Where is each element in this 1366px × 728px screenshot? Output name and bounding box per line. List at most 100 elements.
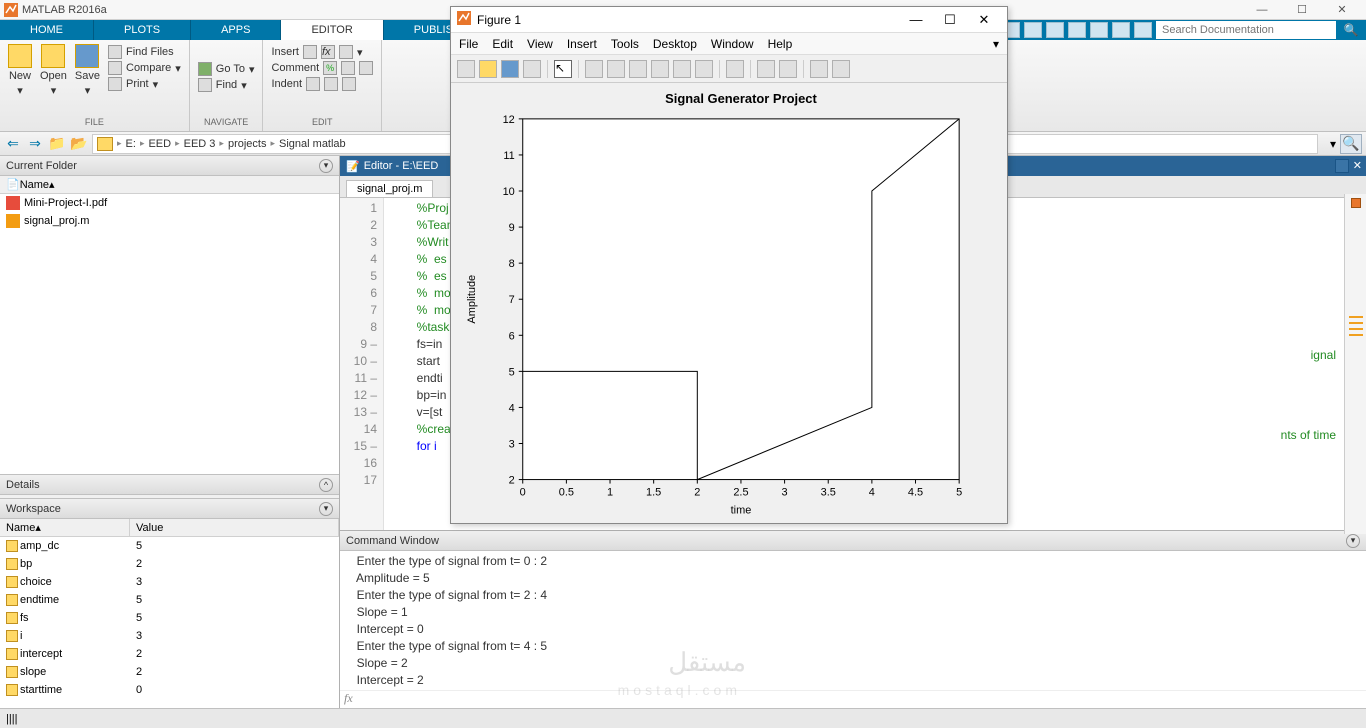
open-button[interactable]: Open▾: [40, 44, 67, 97]
zoom-out-icon[interactable]: [607, 60, 625, 78]
datatip-icon[interactable]: [673, 60, 691, 78]
workspace-row[interactable]: bp2: [0, 555, 339, 573]
comment-button[interactable]: Comment %: [271, 60, 373, 76]
figure-toolbar: ↖: [451, 55, 1007, 83]
up-folder-icon[interactable]: 📁: [48, 135, 66, 153]
panel-menu-icon[interactable]: ▾: [1346, 534, 1360, 548]
svg-text:5: 5: [509, 366, 515, 378]
file-item[interactable]: Mini-Project-I.pdf: [0, 194, 339, 212]
figure-titlebar[interactable]: Figure 1 — ☐ ✕: [451, 7, 1007, 33]
back-button[interactable]: ⇐: [4, 135, 22, 153]
save-figure-icon[interactable]: [501, 60, 519, 78]
zoom-in-icon[interactable]: [585, 60, 603, 78]
panel-expand-icon[interactable]: ^: [319, 478, 333, 492]
rotate-icon[interactable]: [651, 60, 669, 78]
search-button[interactable]: 🔍: [1340, 21, 1362, 39]
svg-text:4: 4: [869, 487, 875, 499]
figure-minimize-button[interactable]: —: [899, 9, 933, 31]
statusbar: ||||: [0, 708, 1366, 728]
file-item[interactable]: signal_proj.m: [0, 212, 339, 230]
workspace-row[interactable]: amp_dc5: [0, 537, 339, 555]
copy-icon[interactable]: [1024, 22, 1042, 38]
tab-home[interactable]: HOME: [0, 20, 94, 40]
editor-close-icon[interactable]: ✕: [1353, 159, 1362, 173]
figure-close-button[interactable]: ✕: [967, 9, 1001, 31]
svg-text:1: 1: [607, 487, 613, 499]
figure-title: Figure 1: [477, 13, 899, 27]
maximize-button[interactable]: ☐: [1282, 1, 1322, 19]
insert-button[interactable]: Insert fx▾: [271, 44, 373, 60]
workspace-row[interactable]: intercept2: [0, 645, 339, 663]
search-documentation-input[interactable]: [1156, 21, 1336, 39]
new-button[interactable]: New▾: [8, 44, 32, 97]
svg-text:3: 3: [509, 438, 515, 450]
link-icon[interactable]: [726, 60, 744, 78]
menu-dropdown-icon[interactable]: ▾: [993, 37, 999, 51]
dock-icon[interactable]: [832, 60, 850, 78]
legend-icon[interactable]: [779, 60, 797, 78]
browse-icon[interactable]: 📂: [70, 135, 88, 153]
layout-icon[interactable]: [1134, 22, 1152, 38]
compare-button[interactable]: Compare ▾: [108, 60, 181, 76]
svg-text:4.5: 4.5: [908, 487, 923, 499]
panel-menu-icon[interactable]: ▾: [319, 159, 333, 173]
menu-window[interactable]: Window: [711, 37, 754, 51]
help-icon[interactable]: [1112, 22, 1130, 38]
svg-text:4: 4: [509, 402, 515, 414]
workspace-row[interactable]: choice3: [0, 573, 339, 591]
ws-name-col[interactable]: Name ▴: [0, 519, 130, 536]
menu-tools[interactable]: Tools: [611, 37, 639, 51]
figure-window[interactable]: Figure 1 — ☐ ✕ File Edit View Insert Too…: [450, 6, 1008, 524]
workspace-row[interactable]: slope2: [0, 663, 339, 681]
svg-text:7: 7: [509, 294, 515, 306]
tab-plots[interactable]: PLOTS: [94, 20, 191, 40]
brush-icon[interactable]: [695, 60, 713, 78]
command-window-header: Command Window▾: [340, 531, 1366, 551]
minimize-button[interactable]: —: [1242, 1, 1282, 19]
tab-apps[interactable]: APPS: [191, 20, 281, 40]
menu-view[interactable]: View: [527, 37, 553, 51]
paste-icon[interactable]: [1046, 22, 1064, 38]
ws-value-col[interactable]: Value: [130, 519, 339, 536]
menu-desktop[interactable]: Desktop: [653, 37, 697, 51]
hide-tools-icon[interactable]: [810, 60, 828, 78]
new-figure-icon[interactable]: [457, 60, 475, 78]
menu-file[interactable]: File: [459, 37, 478, 51]
svg-text:Signal Generator Project: Signal Generator Project: [665, 91, 817, 106]
workspace-row[interactable]: endtime5: [0, 591, 339, 609]
workspace-row[interactable]: starttime0: [0, 681, 339, 699]
fx-prompt[interactable]: fx: [340, 690, 1366, 708]
undo-icon[interactable]: [1068, 22, 1086, 38]
print-figure-icon[interactable]: [523, 60, 541, 78]
save-button[interactable]: Save▾: [75, 44, 100, 97]
panel-menu-icon[interactable]: ▾: [319, 502, 333, 516]
findfiles-button[interactable]: Find Files: [108, 44, 181, 60]
open-figure-icon[interactable]: [479, 60, 497, 78]
svg-text:3.5: 3.5: [821, 487, 836, 499]
matlab-icon: [4, 3, 18, 17]
dropdown-icon[interactable]: ▾: [1330, 137, 1336, 151]
pointer-icon[interactable]: ↖: [554, 60, 572, 78]
figure-axes[interactable]: 00.511.522.533.544.5523456789101112Signa…: [451, 83, 1007, 523]
workspace-row[interactable]: i3: [0, 627, 339, 645]
indent-button[interactable]: Indent: [271, 76, 373, 92]
svg-text:time: time: [731, 504, 752, 516]
colorbar-icon[interactable]: [757, 60, 775, 78]
find-button[interactable]: Find ▾: [198, 77, 255, 93]
tab-editor[interactable]: EDITOR: [281, 20, 383, 40]
editor-maximize-icon[interactable]: [1335, 159, 1349, 173]
pan-icon[interactable]: [629, 60, 647, 78]
menu-edit[interactable]: Edit: [492, 37, 513, 51]
menu-help[interactable]: Help: [768, 37, 793, 51]
menu-insert[interactable]: Insert: [567, 37, 597, 51]
redo-icon[interactable]: [1090, 22, 1108, 38]
print-button[interactable]: Print ▾: [108, 76, 181, 92]
forward-button[interactable]: ⇒: [26, 135, 44, 153]
workspace-row[interactable]: fs5: [0, 609, 339, 627]
search-path-icon[interactable]: 🔍: [1340, 134, 1362, 154]
close-button[interactable]: ✕: [1322, 1, 1362, 19]
goto-button[interactable]: Go To ▾: [198, 61, 255, 77]
figure-maximize-button[interactable]: ☐: [933, 9, 967, 31]
name-column-header[interactable]: 📄 Name ▴: [0, 176, 339, 194]
editor-tab[interactable]: signal_proj.m: [346, 180, 433, 197]
